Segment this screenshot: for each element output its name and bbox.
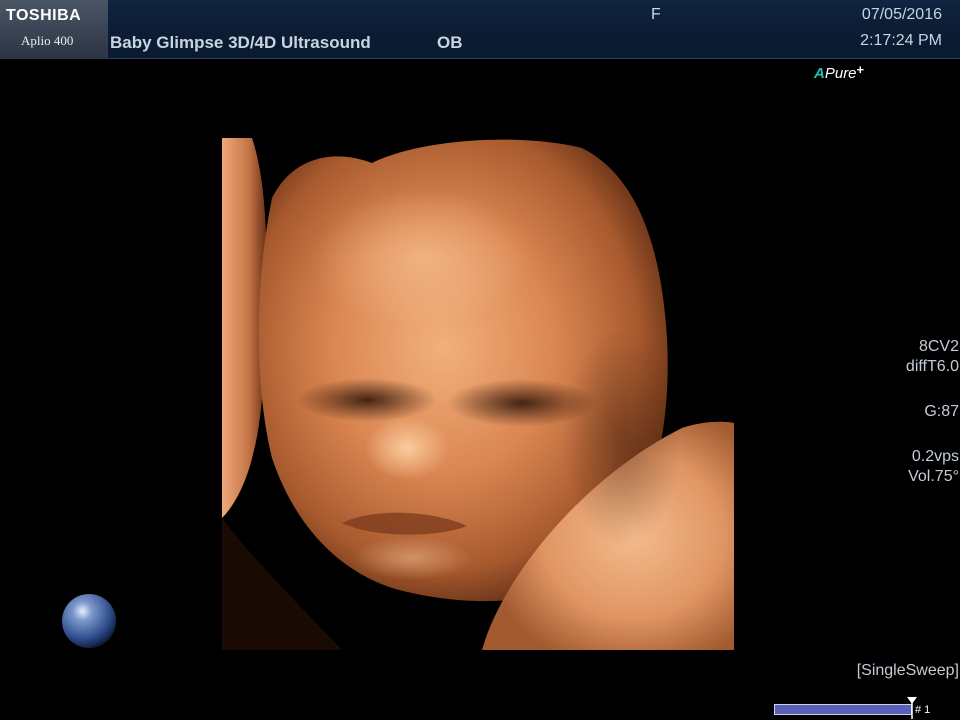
app-title: Baby Glimpse 3D/4D Ultrasound [110,33,371,52]
sweep-mode-label[interactable]: [SingleSweep] [857,661,959,681]
patient-gender: F [651,6,661,23]
apure-logo: APure+ [814,62,864,82]
exam-date: 07/05/2016 [861,6,942,23]
ultrasound-screen: TOSHIBA Aplio 400 Baby Glimpse 3D/4D Ult… [0,0,960,720]
volume-rate-label: 0.2vps [911,448,959,465]
brand-panel: TOSHIBA Aplio 400 [0,0,108,59]
volume-angle-label: Vol.75° [908,468,959,485]
render-map-label: diffT6.0 [905,358,959,375]
brand-name: TOSHIBA [6,7,82,24]
exam-time: 2:17:24 PM [860,32,942,49]
probe-label: 8CV2 [918,338,959,355]
apure-logo-text: Pure [824,65,857,82]
orientation-sphere-icon[interactable] [60,592,118,650]
gain-label: G:87 [924,403,959,420]
apure-logo-a: A [814,65,825,82]
volume-render-image [222,138,734,650]
cine-progress-bar[interactable] [774,704,912,715]
header-bar: TOSHIBA Aplio 400 Baby Glimpse 3D/4D Ult… [0,0,960,59]
cine-frame-number: # 1 [915,704,931,716]
device-model: Aplio 400 [21,33,74,48]
apure-logo-plus: + [856,62,865,77]
exam-type: OB [437,33,463,52]
